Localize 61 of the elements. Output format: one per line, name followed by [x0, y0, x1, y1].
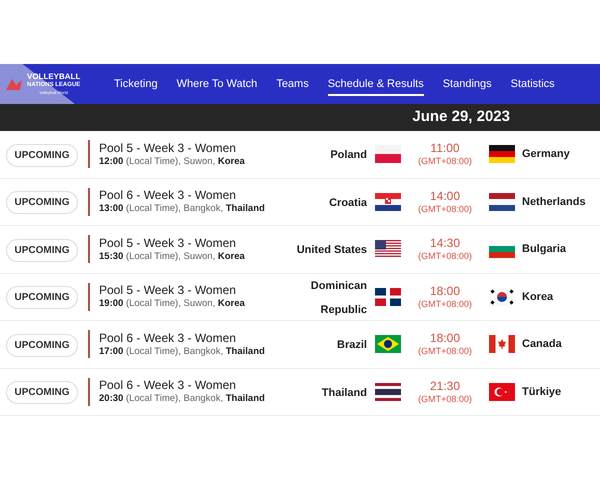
timezone-label: (GMT+08:00): [418, 156, 472, 168]
match-title: Pool 5 - Week 3 - Women: [99, 236, 237, 251]
match-time: 18:00: [430, 331, 460, 346]
away-team-name: Bulgaria: [522, 242, 566, 257]
match-time: 18:00: [430, 284, 460, 299]
flag-icon: [375, 192, 401, 211]
match-time: 11:00: [430, 141, 460, 156]
match-details: 19:00 (Local Time), Suwon, Korea: [99, 298, 246, 310]
nav-tab[interactable]: Statistics: [510, 76, 555, 96]
nav-tab[interactable]: Schedule & Results: [328, 76, 424, 96]
home-team-name: United States: [296, 244, 367, 256]
timezone-label: (GMT+08:00): [418, 394, 472, 405]
match-title: Pool 5 - Week 3 - Women: [99, 140, 237, 156]
flag-icon: [375, 240, 401, 258]
match-details: 20:30 (Local Time), Bangkok, Thailand: [99, 393, 266, 406]
away-team-name: Korea: [522, 290, 554, 304]
home-team-name: Dominican Republic: [310, 280, 367, 316]
match-details: 13:00 (Local Time), Bangkok, Thailand: [99, 203, 266, 216]
flag-icon: [375, 335, 401, 354]
home-team-name: Brazil: [337, 339, 367, 352]
match-title: Pool 5 - Week 3 - Women: [99, 283, 237, 298]
timezone-label: (GMT+08:00): [418, 298, 472, 310]
nav-tab[interactable]: Ticketing: [114, 76, 158, 96]
status-badge: UPCOMING: [6, 286, 78, 310]
status-badge: UPCOMING: [6, 238, 78, 262]
match-details: 12:00 (Local Time), Suwon, Korea: [99, 156, 246, 168]
match-details: 17:00 (Local Time), Bangkok, Thailand: [99, 346, 266, 358]
match-time: 14:00: [430, 188, 460, 204]
away-team-name: Türkiye: [522, 384, 562, 400]
date-heading: June 29, 2023: [412, 107, 510, 128]
nav-tab[interactable]: Standings: [442, 76, 492, 96]
flag-icon: [489, 288, 515, 306]
away-team-name: Canada: [522, 337, 562, 352]
flag-icon: [489, 145, 515, 164]
match-title: Pool 6 - Week 3 - Women: [99, 378, 237, 394]
timezone-label: (GMT+08:00): [418, 346, 472, 358]
status-badge: UPCOMING: [6, 144, 78, 167]
status-badge: UPCOMING: [6, 191, 78, 214]
away-team-name: Germany: [522, 147, 570, 162]
flag-icon: [489, 382, 515, 401]
status-badge: UPCOMING: [6, 334, 78, 357]
match-time: 14:30: [430, 236, 460, 252]
nav-tab[interactable]: Teams: [276, 76, 309, 96]
away-team-name: Netherlands: [522, 194, 586, 210]
home-team-name: Croatia: [329, 196, 367, 209]
flag-icon: [375, 145, 401, 164]
logo-title: VOLLEYBALL: [27, 73, 80, 81]
flag-icon: [489, 192, 515, 211]
match-title: Pool 6 - Week 3 - Women: [99, 330, 237, 346]
status-badge: UPCOMING: [6, 381, 78, 404]
match-time: 21:30: [430, 378, 460, 394]
home-team-name: Poland: [330, 149, 367, 162]
match-title: Pool 6 - Week 3 - Women: [99, 188, 237, 204]
timezone-label: (GMT+08:00): [418, 251, 472, 262]
flag-icon: [375, 382, 401, 401]
flag-icon: [489, 335, 515, 354]
timezone-label: (GMT+08:00): [418, 204, 472, 215]
match-details: 15:30 (Local Time), Suwon, Korea: [99, 250, 246, 263]
home-team-name: Thailand: [322, 386, 367, 399]
flag-icon: [375, 288, 401, 306]
nav-tab[interactable]: Where To Watch: [176, 76, 258, 96]
